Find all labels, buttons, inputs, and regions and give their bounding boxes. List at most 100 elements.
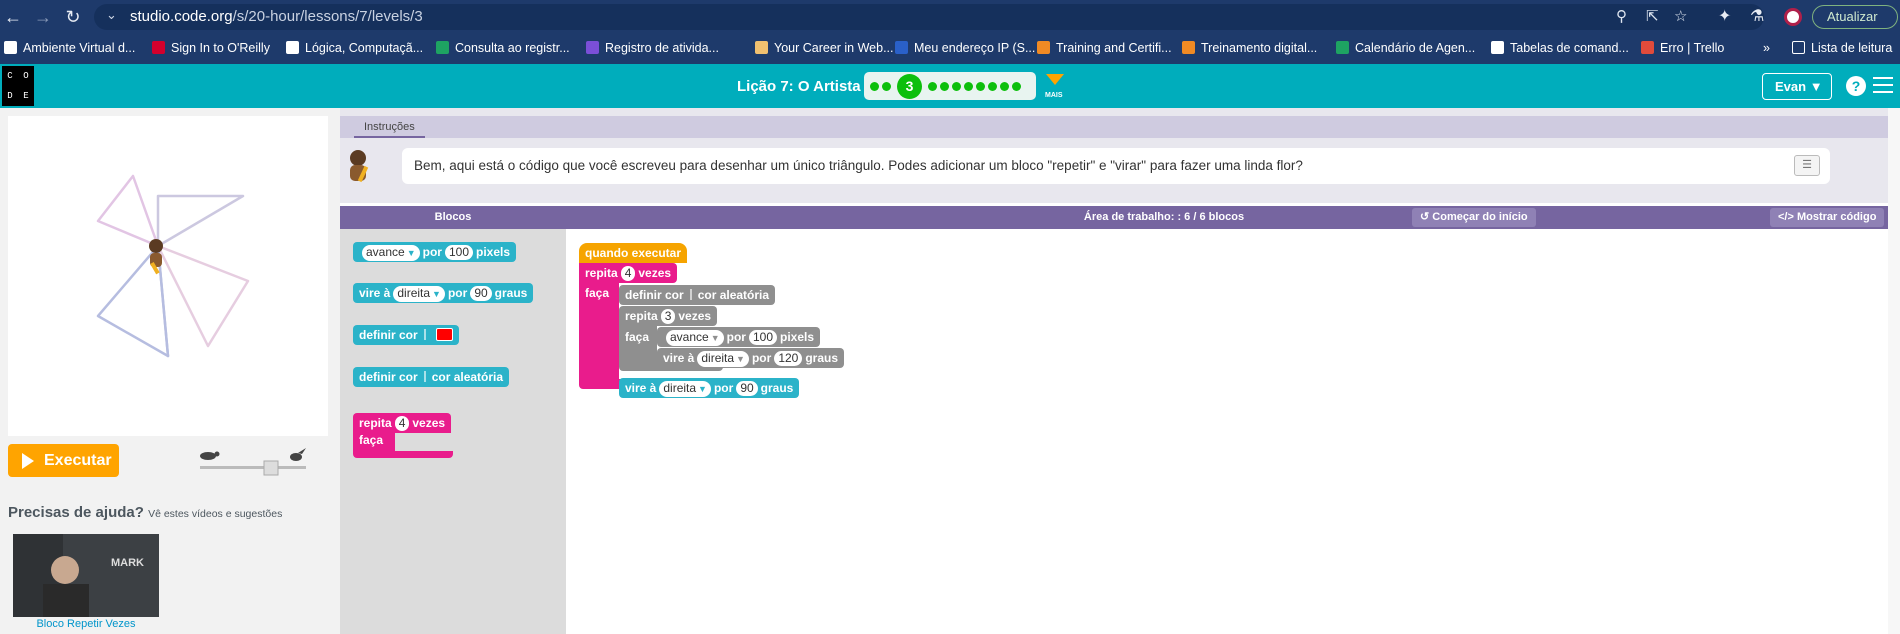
bookmark-item[interactable]: Consulta ao registr... — [436, 41, 570, 55]
level-dot[interactable] — [988, 82, 997, 91]
back-icon[interactable]: ← — [2, 6, 24, 28]
reload-icon[interactable]: ↻ — [62, 6, 84, 28]
turn-angle-input[interactable]: 120 — [774, 351, 803, 366]
tab-instructions[interactable]: Instruções — [354, 116, 425, 138]
help-video-thumbnail[interactable]: MARK — [13, 534, 159, 617]
level-dot[interactable] — [940, 82, 949, 91]
turn-angle-input[interactable]: 90 — [736, 381, 758, 396]
color-swatch[interactable] — [435, 328, 453, 341]
labs-icon[interactable]: ⚗ — [1750, 6, 1764, 26]
set-random-color-block[interactable]: definir cor cor aleatória — [619, 285, 776, 305]
block-label: repita — [359, 416, 392, 430]
level-dot[interactable] — [964, 82, 973, 91]
level-dot[interactable] — [952, 82, 961, 91]
star-icon[interactable]: ☆ — [1674, 7, 1687, 25]
turn-block-inner[interactable]: vire à direita ▼ por 120 graus — [657, 348, 845, 368]
extensions-icon[interactable]: ✦ — [1718, 6, 1731, 26]
bookmark-label: Ambiente Virtual d... — [23, 41, 136, 55]
lesson-title[interactable]: Lição 7: O Artista 2 — [737, 78, 873, 95]
turn-direction-dropdown[interactable]: direita ▼ — [393, 286, 445, 302]
user-menu-button[interactable]: Evan ▼ — [1762, 73, 1832, 100]
address-bar[interactable]: ⌄ studio.code.org/s/20-hour/lessons/7/le… — [94, 4, 1764, 30]
toolbox-turn-block[interactable]: vire à direita ▼ por 90 graus — [353, 283, 534, 303]
move-direction-dropdown[interactable]: avance ▼ — [666, 330, 724, 346]
turtle-icon — [200, 451, 220, 460]
turn-direction-dropdown[interactable]: direita ▼ — [659, 381, 711, 397]
reading-list[interactable]: Lista de leitura — [1792, 41, 1892, 55]
bookmark-favicon-icon — [152, 41, 165, 54]
hamburger-menu-icon[interactable] — [1873, 77, 1893, 98]
restart-button[interactable]: ↺ Começar do início — [1412, 208, 1536, 227]
move-distance-input[interactable]: 100 — [444, 245, 473, 260]
toolbox-set-color-block[interactable]: definir cor — [353, 325, 459, 345]
code-org-logo[interactable]: C O D E — [2, 66, 34, 106]
bookmark-item[interactable]: Sign In to O'Reilly — [152, 41, 270, 55]
text-to-speech-icon[interactable]: ☰ — [1794, 155, 1820, 176]
drawn-triangle — [96, 174, 160, 248]
code-icon: </> — [1778, 211, 1794, 223]
block-label: graus — [760, 381, 794, 395]
site-info-icon[interactable]: ⌄ — [106, 7, 117, 23]
bookmark-item[interactable]: Meu endereço IP (S... — [895, 41, 1035, 55]
repeat-count-input[interactable]: 4 — [394, 416, 410, 431]
level-dot[interactable] — [976, 82, 985, 91]
bookmark-label: Tabelas de comand... — [1510, 41, 1629, 55]
forward-icon[interactable]: → — [32, 6, 54, 28]
level-dot[interactable] — [1012, 82, 1021, 91]
inner-repeat-do-label: faça — [625, 330, 650, 344]
move-block[interactable]: avance ▼ por 100 pixels — [657, 327, 821, 347]
move-distance-input[interactable]: 100 — [748, 330, 777, 345]
show-code-button[interactable]: </> Mostrar código — [1770, 208, 1885, 227]
zoom-search-icon[interactable]: ⚲ — [1616, 7, 1627, 25]
workspace-title: Área de trabalho: : 6 / 6 blocos — [1083, 211, 1245, 223]
when-run-block[interactable]: quando executar — [579, 243, 688, 263]
inner-repeat-count-input[interactable]: 3 — [660, 309, 676, 324]
logo-letter: E — [23, 91, 29, 101]
right-scrollbar[interactable] — [1888, 108, 1900, 634]
help-video-caption[interactable]: Bloco Repetir Vezes — [13, 618, 159, 630]
toolbox-set-random-color-block[interactable]: definir cor cor aleatória — [353, 367, 510, 387]
bookmark-label: Sign In to O'Reilly — [171, 41, 270, 55]
move-direction-dropdown[interactable]: avance ▼ — [362, 245, 420, 261]
bookmark-item[interactable]: Treinamento digital... — [1182, 41, 1317, 55]
bookmark-favicon-icon — [755, 41, 768, 54]
outer-repeat-block[interactable]: repita 4 vezes — [579, 263, 678, 283]
bookmark-label: Meu endereço IP (S... — [914, 41, 1036, 55]
bookmark-item[interactable]: Tabelas de comand... — [1491, 41, 1629, 55]
speed-slider[interactable] — [198, 448, 310, 478]
bookmark-item[interactable]: Training and Certifi... — [1037, 41, 1172, 55]
bookmark-label: Consulta ao registr... — [455, 41, 570, 55]
bookmark-item[interactable]: Registro de ativida... — [586, 41, 719, 55]
level-dot[interactable] — [870, 82, 879, 91]
toolbox-move-block[interactable]: avance ▼ por 100 pixels — [353, 242, 517, 262]
repeat-header[interactable]: repita 4 vezes — [353, 413, 452, 433]
turn-direction-dropdown[interactable]: direita ▼ — [697, 351, 749, 367]
share-icon[interactable]: ⇱ — [1646, 7, 1659, 25]
bookmark-favicon-icon — [1491, 41, 1504, 54]
profile-avatar[interactable] — [1784, 8, 1802, 26]
level-dot[interactable] — [882, 82, 891, 91]
update-button[interactable]: Atualizar — [1812, 5, 1898, 29]
inner-repeat-block[interactable]: repita 3 vezes — [619, 306, 718, 326]
level-dot[interactable] — [928, 82, 937, 91]
block-label: graus — [805, 351, 839, 365]
drawing-svg — [96, 174, 250, 358]
outer-repeat-count-input[interactable]: 4 — [620, 266, 636, 281]
current-level-dot[interactable]: 3 — [897, 74, 922, 99]
help-icon[interactable]: ? — [1846, 76, 1866, 96]
bookmark-item[interactable]: Erro | Trello — [1641, 41, 1724, 55]
bookmark-item[interactable]: Calendário de Agen... — [1336, 41, 1475, 55]
level-dot[interactable] — [1000, 82, 1009, 91]
bookmarks-overflow[interactable]: » — [1763, 41, 1770, 55]
more-levels-label[interactable]: MAIS — [1045, 92, 1063, 99]
bookmark-item[interactable]: Your Career in Web... — [755, 41, 894, 55]
turn-block-outer[interactable]: vire à direita ▼ por 90 graus — [619, 378, 800, 398]
run-button[interactable]: Executar — [8, 444, 119, 477]
more-levels-icon[interactable] — [1046, 74, 1064, 85]
turn-angle-input[interactable]: 90 — [470, 286, 492, 301]
play-icon — [22, 453, 34, 469]
bookmark-item[interactable]: Ambiente Virtual d... — [4, 41, 135, 55]
bookmark-item[interactable]: Lógica, Computaçã... — [286, 41, 423, 55]
url-text[interactable]: studio.code.org/s/20-hour/lessons/7/leve… — [130, 8, 423, 25]
bookmark-favicon-icon — [1182, 41, 1195, 54]
